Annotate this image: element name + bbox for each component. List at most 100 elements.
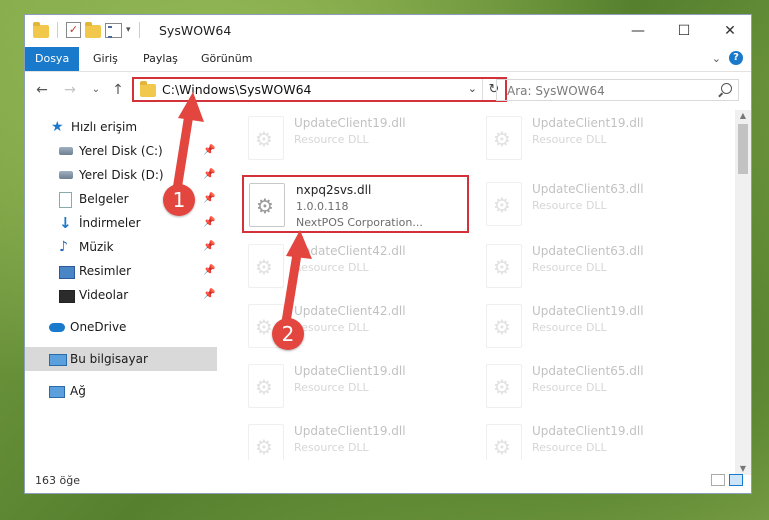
file-name: UpdateClient63.dll [532,244,644,258]
forward-button[interactable]: → [61,81,79,99]
sidebar-item-label: İndirmeler [79,216,141,230]
file-item[interactable]: UpdateClient19.dll Resource DLL [242,110,470,166]
recent-locations-button[interactable]: ⌄ [87,81,105,99]
tab-home[interactable]: Giriş [83,47,128,71]
search-input[interactable] [505,82,709,100]
drive-icon [59,147,73,155]
back-button[interactable]: ← [33,81,51,99]
scrollbar-thumb[interactable] [738,124,748,174]
sidebar-item-network[interactable]: Ağ [25,379,217,403]
pin-icon[interactable]: 📌 [203,163,215,187]
file-name: UpdateClient42.dll [294,244,406,258]
new-folder-icon[interactable] [85,21,101,38]
scroll-up-icon[interactable]: ▲ [735,110,751,122]
videos-icon [59,290,75,303]
sidebar-item-downloads[interactable]: ↓ İndirmeler 📌 [25,211,217,235]
file-item[interactable]: UpdateClient63.dll Resource DLL [480,176,708,232]
file-list: UpdateClient19.dll Resource DLL nxpq2svs… [218,110,736,460]
vertical-scrollbar[interactable]: ▲ ▼ [735,110,751,475]
search-box[interactable] [496,79,739,101]
tab-view[interactable]: Görünüm [191,47,262,71]
star-icon: ★ [51,119,64,135]
file-item[interactable]: UpdateClient19.dll Resource DLL [480,110,708,166]
file-name: UpdateClient19.dll [532,424,644,438]
file-item[interactable]: UpdateClient42.dll Resource DLL [242,238,470,294]
file-item[interactable]: UpdateClient65.dll Resource DLL [480,358,708,414]
pin-icon[interactable]: 📌 [203,139,215,163]
dll-file-icon [248,244,284,288]
file-item[interactable]: UpdateClient19.dll Resource DLL [480,418,708,460]
file-item-nxpq2svs[interactable]: nxpq2svs.dll 1.0.0.118 NextPOS Corporati… [242,175,469,233]
sidebar-item-label: Ağ [70,384,86,398]
address-dropdown-icon[interactable]: ⌄ [468,82,477,95]
sidebar-item-label: Yerel Disk (C:) [79,144,163,158]
pin-icon[interactable]: 📌 [203,235,215,259]
file-name: UpdateClient63.dll [532,182,644,196]
pin-icon[interactable]: 📌 [203,259,215,283]
file-description: Resource DLL [532,441,607,454]
pin-icon[interactable]: 📌 [203,283,215,307]
pin-icon[interactable]: 📌 [203,187,215,211]
file-name: UpdateClient19.dll [294,424,406,438]
annotation-badge-2: 2 [272,318,304,350]
tiles-view-icon[interactable] [729,474,743,486]
dll-file-icon [249,183,285,227]
sidebar-item-onedrive[interactable]: OneDrive [25,315,217,339]
search-icon[interactable] [721,83,732,94]
expand-ribbon-icon[interactable]: ⌄ [712,52,721,65]
dll-file-icon [486,244,522,288]
dll-file-icon [248,116,284,160]
up-button[interactable]: ↑ [109,81,127,99]
details-view-icon[interactable] [711,474,725,486]
address-bar[interactable]: C:\Windows\SysWOW64 ⌄ ↻ [132,77,507,102]
sidebar-item-label: Bu bilgisayar [70,352,148,366]
documents-icon [59,192,72,208]
tab-file[interactable]: Dosya [25,47,80,71]
sidebar-item-local-disk-c[interactable]: Yerel Disk (C:) 📌 [25,139,217,163]
status-bar: 163 öğe [25,469,751,493]
sidebar-item-label: Hızlı erişim [71,120,138,134]
file-description: Resource DLL [294,381,369,394]
folder-icon [33,21,49,38]
file-company: NextPOS Corporation... [296,216,423,229]
quick-access-toolbar: ✓ ▾ [33,21,144,38]
sidebar-item-quick-access[interactable]: ★ Hızlı erişim [25,115,217,139]
sidebar-item-label: Yerel Disk (D:) [79,168,164,182]
pictures-icon [59,266,75,279]
explorer-window: ✓ ▾ SysWOW64 — ☐ ✕ Dosya Giriş Paylaş Gö… [24,14,752,494]
help-icon[interactable]: ? [729,51,743,65]
file-description: Resource DLL [532,133,607,146]
address-folder-icon [140,81,156,97]
sidebar-item-pictures[interactable]: Resimler 📌 [25,259,217,283]
customize-toolbar-icon[interactable]: ▾ [126,25,131,35]
file-item[interactable]: UpdateClient19.dll Resource DLL [242,418,470,460]
onedrive-icon [49,323,65,332]
computer-icon [49,354,67,366]
sidebar-item-music[interactable]: ♪ Müzik 📌 [25,235,217,259]
network-icon [49,386,65,398]
sidebar-item-label: Belgeler [79,192,129,206]
file-item[interactable]: UpdateClient19.dll Resource DLL [242,358,470,414]
sidebar-item-videos[interactable]: Videolar 📌 [25,283,217,307]
pin-icon[interactable]: 📌 [203,211,215,235]
minimize-button[interactable]: — [615,15,661,47]
file-version: 1.0.0.118 [296,200,349,213]
properties-check-icon[interactable]: ✓ [66,22,81,38]
close-button[interactable]: ✕ [707,15,751,47]
ribbon-tabs: Dosya Giriş Paylaş Görünüm ⌄ ? [25,47,751,72]
dll-file-icon [486,116,522,160]
file-item[interactable]: UpdateClient19.dll Resource DLL [480,298,708,354]
file-description: Resource DLL [532,381,607,394]
toolbar-divider [57,22,58,38]
navigation-pane: ★ Hızlı erişim Yerel Disk (C:) 📌 Yerel D… [25,115,217,455]
properties-icon[interactable] [105,22,122,38]
sidebar-item-this-pc[interactable]: Bu bilgisayar [25,347,217,371]
file-item[interactable]: UpdateClient63.dll Resource DLL [480,238,708,294]
dll-file-icon [248,364,284,408]
address-path[interactable]: C:\Windows\SysWOW64 [162,82,311,97]
sidebar-item-local-disk-d[interactable]: Yerel Disk (D:) 📌 [25,163,217,187]
file-description: Resource DLL [532,199,607,212]
maximize-button[interactable]: ☐ [661,15,707,47]
dll-file-icon [486,304,522,348]
tab-share[interactable]: Paylaş [133,47,188,71]
